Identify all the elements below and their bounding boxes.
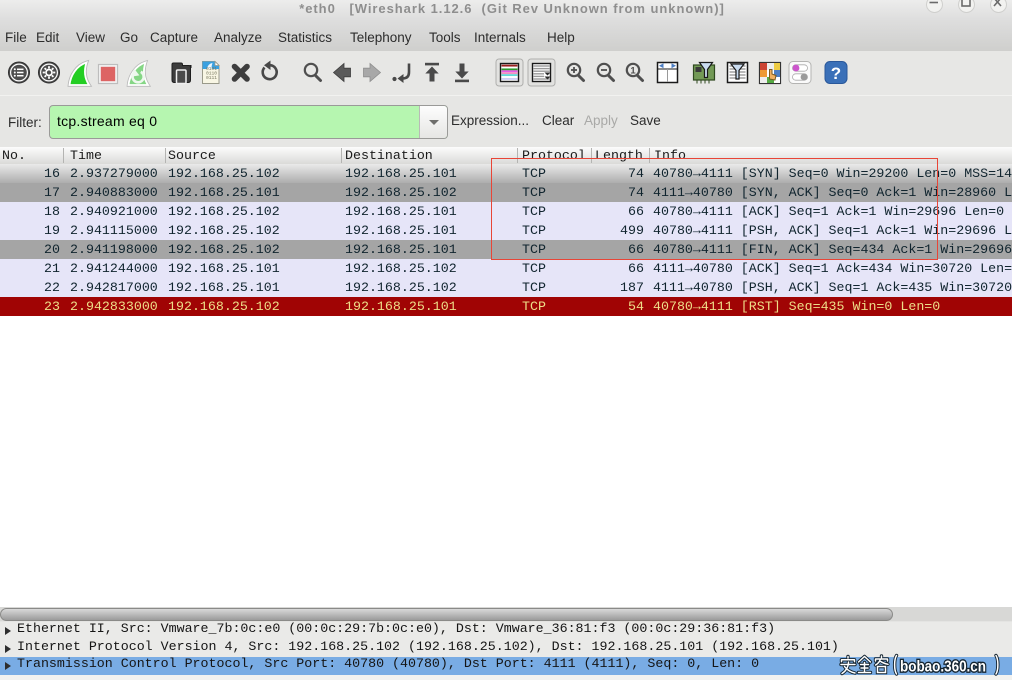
- svg-text:0111: 0111: [206, 75, 217, 81]
- svg-text:?: ?: [831, 64, 841, 83]
- svg-text:bobao.360.cn: bobao.360.cn: [900, 659, 986, 676]
- svg-text:1: 1: [630, 65, 636, 76]
